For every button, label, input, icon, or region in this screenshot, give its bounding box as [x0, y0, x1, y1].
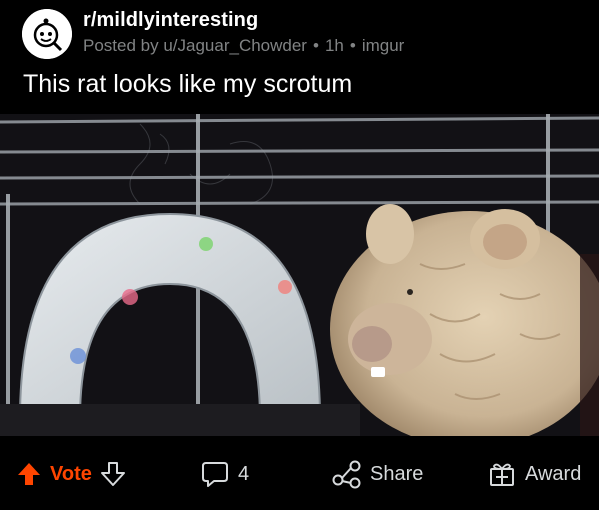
meta-separator: •: [312, 36, 319, 55]
meta-separator: •: [349, 36, 356, 55]
post-meta: Posted by u/Jaguar_Chowder • 1h • imgur: [83, 36, 404, 56]
upvote-arrow-icon[interactable]: [16, 461, 42, 487]
post-time: 1h: [324, 36, 344, 55]
comments-button[interactable]: 4: [200, 458, 249, 490]
award-button[interactable]: Award: [487, 458, 581, 490]
post-author[interactable]: Posted by u/Jaguar_Chowder: [83, 36, 307, 55]
post-title[interactable]: This rat looks like my scrotum: [23, 70, 352, 99]
downvote-arrow-icon[interactable]: [100, 461, 126, 487]
vote-label: Vote: [50, 462, 92, 485]
post-header: r/mildlyinteresting Posted by u/Jaguar_C…: [0, 0, 599, 66]
action-bar: Vote 4 Share Award: [0, 436, 599, 510]
comment-count: 4: [238, 462, 250, 485]
subreddit-name[interactable]: r/mildlyinteresting: [83, 9, 258, 32]
award-gift-icon: [487, 459, 517, 489]
share-button[interactable]: Share: [330, 458, 423, 490]
comment-bubble-icon: [200, 459, 230, 489]
vote-control: Vote: [16, 458, 126, 490]
share-icon: [330, 459, 362, 489]
subreddit-avatar-icon[interactable]: [22, 9, 72, 59]
post-source[interactable]: imgur: [362, 36, 405, 55]
share-label: Share: [370, 462, 424, 485]
award-label: Award: [525, 462, 582, 485]
post-image[interactable]: [0, 114, 599, 436]
